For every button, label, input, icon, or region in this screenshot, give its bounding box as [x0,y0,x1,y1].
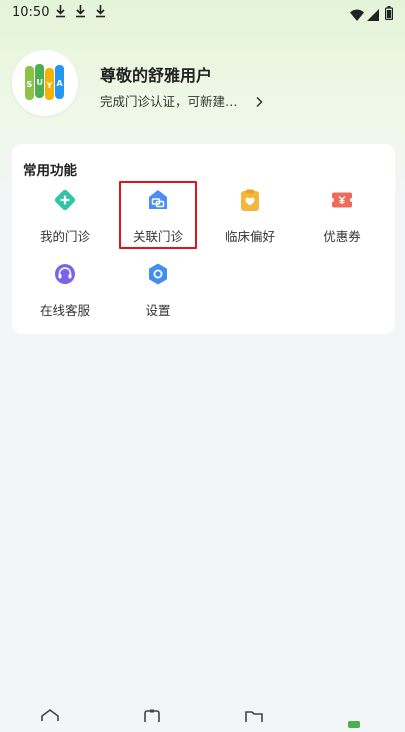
user-name: 尊敬的舒雅用户 [100,66,213,85]
item-label: 我的门诊 [39,229,90,244]
download-icon [55,4,66,22]
folder-icon[interactable] [244,707,264,726]
status-time: 10:50 [12,5,50,20]
online-support-button[interactable]: 在线客服 [17,262,113,332]
home-icon[interactable] [40,707,60,726]
avatar[interactable]: S U Y A [12,50,78,116]
item-label: 优惠券 [323,229,361,244]
chevron-right-icon[interactable] [255,93,263,112]
settings-icon [146,262,170,286]
wifi-icon [350,6,364,25]
settings-button[interactable]: 设置 [110,262,206,332]
coupon-button[interactable]: 优惠券 [294,188,390,258]
svg-text:S: S [27,80,33,89]
battery-icon [384,5,394,24]
status-bar: 10:50 [0,0,405,26]
clinical-preference-button[interactable]: 临床偏好 [202,188,298,258]
heart-clipboard-icon [238,188,262,212]
card-title: 常用功能 [23,163,77,179]
item-label: 设置 [145,303,171,318]
svg-text:A: A [57,79,64,88]
headset-icon [53,262,77,286]
common-functions-card: 常用功能 我的门诊 关联门诊 临床偏好 优惠券 在线客服 设置 [12,144,395,334]
download-icon [75,4,86,22]
suya-logo-icon: S U Y A [25,64,64,100]
bottom-navigation [0,707,405,728]
highlight-box [119,181,197,249]
svg-text:U: U [37,78,44,87]
clipboard-icon[interactable] [143,707,161,726]
plus-diamond-icon [53,188,77,212]
profile-icon[interactable] [347,713,361,732]
svg-text:Y: Y [46,81,53,90]
download-icon [95,4,106,22]
item-label: 临床偏好 [224,229,275,244]
my-clinic-button[interactable]: 我的门诊 [17,188,113,258]
certification-prompt[interactable]: 完成门诊认证，可新建… [100,91,238,110]
signal-icon [367,6,379,25]
item-label: 在线客服 [39,303,90,318]
coupon-icon [330,188,354,212]
